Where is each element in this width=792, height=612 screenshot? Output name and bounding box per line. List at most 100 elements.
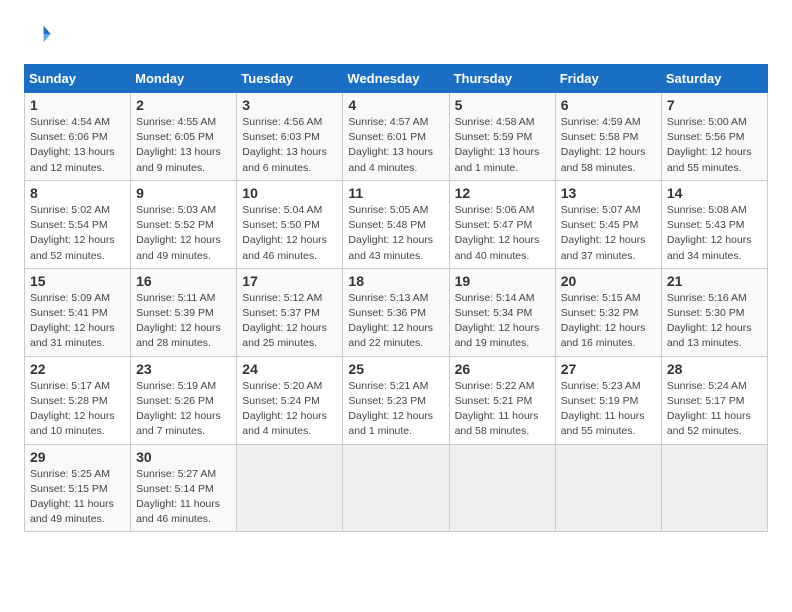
col-sunday: Sunday — [25, 65, 131, 93]
calendar-cell: 20 Sunrise: 5:15 AMSunset: 5:32 PMDayligh… — [555, 268, 661, 356]
calendar-cell: 14 Sunrise: 5:08 AMSunset: 5:43 PMDayligh… — [661, 180, 767, 268]
calendar-week-row: 29 Sunrise: 5:25 AMSunset: 5:15 PMDayligh… — [25, 444, 768, 532]
calendar-cell: 18Sunrise: 5:13 AMSunset: 5:36 PMDayligh… — [343, 268, 449, 356]
day-info: Sunrise: 5:07 AMSunset: 5:45 PMDaylight:… — [561, 203, 656, 264]
day-info: Sunrise: 5:09 AMSunset: 5:41 PMDaylight:… — [30, 291, 125, 352]
day-info: Sunrise: 5:04 AMSunset: 5:50 PMDaylight:… — [242, 203, 337, 264]
calendar-cell — [555, 444, 661, 532]
calendar-cell: 30 Sunrise: 5:27 AMSunset: 5:14 PMDayligh… — [131, 444, 237, 532]
day-info: Sunrise: 5:02 AMSunset: 5:54 PMDaylight:… — [30, 203, 125, 264]
day-info: Sunrise: 5:05 AMSunset: 5:48 PMDaylight:… — [348, 203, 443, 264]
calendar-cell: 4 Sunrise: 4:57 AMSunset: 6:01 PMDaylight… — [343, 93, 449, 181]
day-number: 5 — [455, 97, 550, 113]
day-info: Sunrise: 5:11 AMSunset: 5:39 PMDaylight:… — [136, 291, 231, 352]
calendar-cell: 13 Sunrise: 5:07 AMSunset: 5:45 PMDayligh… — [555, 180, 661, 268]
col-friday: Friday — [555, 65, 661, 93]
calendar-cell: 28 Sunrise: 5:24 AMSunset: 5:17 PMDayligh… — [661, 356, 767, 444]
day-info: Sunrise: 5:13 AMSunset: 5:36 PMDaylight:… — [348, 291, 443, 352]
calendar-cell: 21 Sunrise: 5:16 AMSunset: 5:30 PMDayligh… — [661, 268, 767, 356]
calendar-cell: 2 Sunrise: 4:55 AMSunset: 6:05 PMDaylight… — [131, 93, 237, 181]
day-info: Sunrise: 5:17 AMSunset: 5:28 PMDaylight:… — [30, 379, 125, 440]
calendar-cell: 6Sunrise: 4:59 AMSunset: 5:58 PMDaylight… — [555, 93, 661, 181]
day-number: 26 — [455, 361, 550, 377]
calendar-week-row: 22 Sunrise: 5:17 AMSunset: 5:28 PMDayligh… — [25, 356, 768, 444]
day-info: Sunrise: 4:57 AMSunset: 6:01 PMDaylight:… — [348, 115, 443, 176]
day-info: Sunrise: 5:22 AMSunset: 5:21 PMDaylight:… — [455, 379, 550, 440]
calendar-cell: 11 Sunrise: 5:05 AMSunset: 5:48 PMDayligh… — [343, 180, 449, 268]
calendar-cell — [237, 444, 343, 532]
day-number: 10 — [242, 185, 337, 201]
day-number: 9 — [136, 185, 231, 201]
calendar-cell: 27Sunrise: 5:23 AMSunset: 5:19 PMDayligh… — [555, 356, 661, 444]
day-number: 7 — [667, 97, 762, 113]
day-info: Sunrise: 4:54 AMSunset: 6:06 PMDaylight:… — [30, 115, 125, 176]
page-header — [24, 20, 768, 48]
day-info: Sunrise: 4:55 AMSunset: 6:05 PMDaylight:… — [136, 115, 231, 176]
day-info: Sunrise: 5:25 AMSunset: 5:15 PMDaylight:… — [30, 467, 125, 528]
day-number: 27 — [561, 361, 656, 377]
calendar-cell — [449, 444, 555, 532]
page-container: Sunday Monday Tuesday Wednesday Thursday… — [0, 0, 792, 552]
day-number: 2 — [136, 97, 231, 113]
day-number: 30 — [136, 449, 231, 465]
day-info: Sunrise: 5:08 AMSunset: 5:43 PMDaylight:… — [667, 203, 762, 264]
day-number: 20 — [561, 273, 656, 289]
day-number: 22 — [30, 361, 125, 377]
calendar-cell: 8 Sunrise: 5:02 AMSunset: 5:54 PMDaylight… — [25, 180, 131, 268]
day-number: 3 — [242, 97, 337, 113]
day-number: 6 — [561, 97, 656, 113]
day-number: 12 — [455, 185, 550, 201]
day-info: Sunrise: 5:14 AMSunset: 5:34 PMDaylight:… — [455, 291, 550, 352]
day-number: 17 — [242, 273, 337, 289]
calendar-table: Sunday Monday Tuesday Wednesday Thursday… — [24, 64, 768, 532]
calendar-header-row: Sunday Monday Tuesday Wednesday Thursday… — [25, 65, 768, 93]
day-number: 8 — [30, 185, 125, 201]
day-number: 24 — [242, 361, 337, 377]
day-info: Sunrise: 5:16 AMSunset: 5:30 PMDaylight:… — [667, 291, 762, 352]
day-number: 19 — [455, 273, 550, 289]
calendar-cell: 23 Sunrise: 5:19 AMSunset: 5:26 PMDayligh… — [131, 356, 237, 444]
day-number: 16 — [136, 273, 231, 289]
calendar-week-row: 1 Sunrise: 4:54 AMSunset: 6:06 PMDaylight… — [25, 93, 768, 181]
logo — [24, 20, 56, 48]
day-info: Sunrise: 5:19 AMSunset: 5:26 PMDaylight:… — [136, 379, 231, 440]
day-number: 14 — [667, 185, 762, 201]
col-thursday: Thursday — [449, 65, 555, 93]
calendar-cell: 10 Sunrise: 5:04 AMSunset: 5:50 PMDayligh… — [237, 180, 343, 268]
calendar-cell: 26 Sunrise: 5:22 AMSunset: 5:21 PMDayligh… — [449, 356, 555, 444]
calendar-cell — [661, 444, 767, 532]
day-number: 23 — [136, 361, 231, 377]
calendar-cell: 9Sunrise: 5:03 AMSunset: 5:52 PMDaylight… — [131, 180, 237, 268]
day-number: 15 — [30, 273, 125, 289]
calendar-cell: 19 Sunrise: 5:14 AMSunset: 5:34 PMDayligh… — [449, 268, 555, 356]
day-info: Sunrise: 5:06 AMSunset: 5:47 PMDaylight:… — [455, 203, 550, 264]
calendar-cell: 24 Sunrise: 5:20 AMSunset: 5:24 PMDayligh… — [237, 356, 343, 444]
day-info: Sunrise: 5:27 AMSunset: 5:14 PMDaylight:… — [136, 467, 231, 528]
logo-icon — [24, 20, 52, 48]
day-number: 11 — [348, 185, 443, 201]
calendar-cell: 17 Sunrise: 5:12 AMSunset: 5:37 PMDayligh… — [237, 268, 343, 356]
calendar-week-row: 8 Sunrise: 5:02 AMSunset: 5:54 PMDaylight… — [25, 180, 768, 268]
day-number: 28 — [667, 361, 762, 377]
day-info: Sunrise: 5:15 AMSunset: 5:32 PMDaylight:… — [561, 291, 656, 352]
calendar-cell: 1 Sunrise: 4:54 AMSunset: 6:06 PMDaylight… — [25, 93, 131, 181]
day-number: 4 — [348, 97, 443, 113]
calendar-cell: 29 Sunrise: 5:25 AMSunset: 5:15 PMDayligh… — [25, 444, 131, 532]
day-info: Sunrise: 5:12 AMSunset: 5:37 PMDaylight:… — [242, 291, 337, 352]
calendar-cell: 12 Sunrise: 5:06 AMSunset: 5:47 PMDayligh… — [449, 180, 555, 268]
day-number: 1 — [30, 97, 125, 113]
calendar-cell: 5Sunrise: 4:58 AMSunset: 5:59 PMDaylight… — [449, 93, 555, 181]
day-info: Sunrise: 5:20 AMSunset: 5:24 PMDaylight:… — [242, 379, 337, 440]
day-info: Sunrise: 5:24 AMSunset: 5:17 PMDaylight:… — [667, 379, 762, 440]
day-number: 25 — [348, 361, 443, 377]
calendar-week-row: 15 Sunrise: 5:09 AMSunset: 5:41 PMDayligh… — [25, 268, 768, 356]
calendar-cell: 15 Sunrise: 5:09 AMSunset: 5:41 PMDayligh… — [25, 268, 131, 356]
day-number: 21 — [667, 273, 762, 289]
day-number: 13 — [561, 185, 656, 201]
calendar-cell: 25Sunrise: 5:21 AMSunset: 5:23 PMDayligh… — [343, 356, 449, 444]
day-number: 29 — [30, 449, 125, 465]
calendar-cell: 16 Sunrise: 5:11 AMSunset: 5:39 PMDayligh… — [131, 268, 237, 356]
col-tuesday: Tuesday — [237, 65, 343, 93]
day-info: Sunrise: 5:00 AMSunset: 5:56 PMDaylight:… — [667, 115, 762, 176]
col-saturday: Saturday — [661, 65, 767, 93]
